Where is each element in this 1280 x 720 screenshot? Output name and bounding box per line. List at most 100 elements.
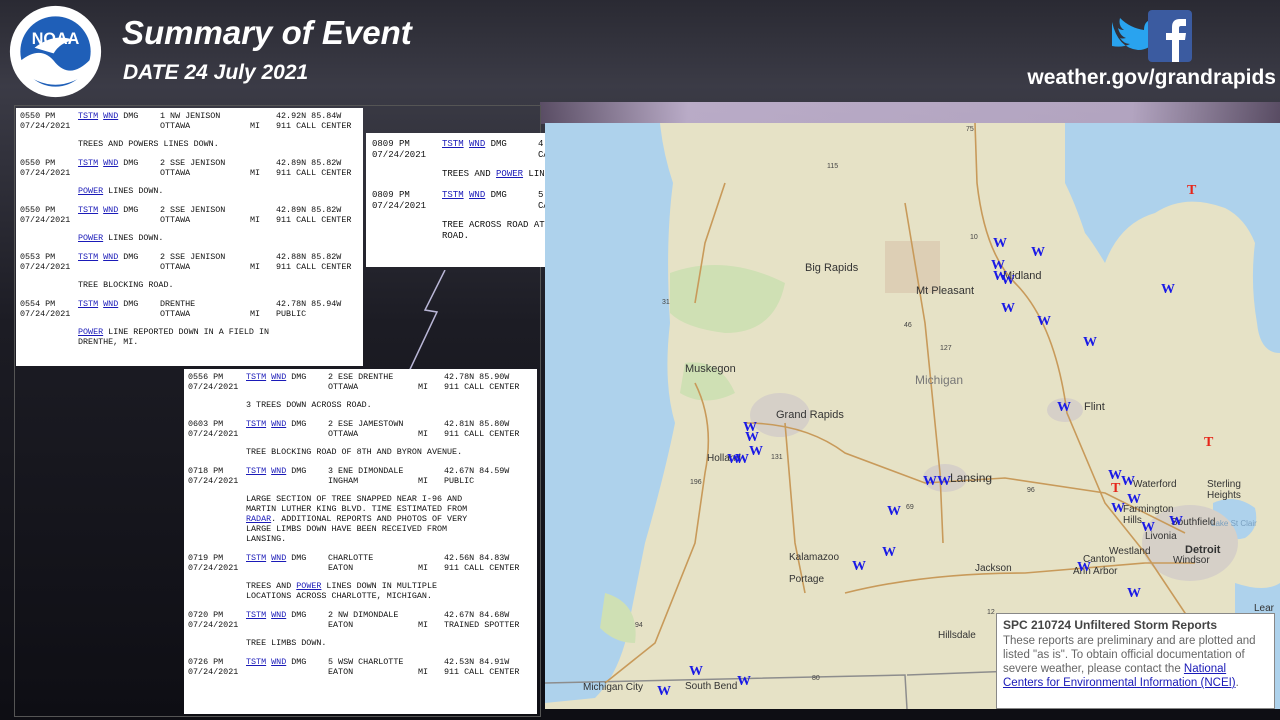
event-link[interactable]: WND: [469, 190, 485, 200]
wind-report-marker[interactable]: W: [737, 675, 751, 689]
event-link[interactable]: TSTM: [78, 299, 98, 309]
event-link[interactable]: WND: [103, 299, 118, 309]
report-row-2: 07/24/2021 EATON MI TRAINED SPOTTER: [188, 620, 537, 630]
wind-report-marker[interactable]: W: [1111, 502, 1125, 516]
event-link[interactable]: TSTM: [246, 610, 266, 620]
remark-link[interactable]: POWER: [296, 581, 321, 591]
report-event: TSTM WND DMG: [78, 299, 138, 309]
report-latlon: 42.89N 85.82W: [276, 158, 342, 168]
wind-report-marker[interactable]: W: [1077, 561, 1091, 575]
highway-shield: 131: [771, 454, 783, 461]
wind-report-marker[interactable]: W: [1127, 587, 1141, 601]
event-link[interactable]: TSTM: [78, 205, 98, 215]
wind-report-marker[interactable]: W: [923, 475, 937, 489]
remark-link[interactable]: POWER: [78, 186, 103, 196]
highway-shield: 96: [1027, 487, 1035, 494]
event-link[interactable]: TSTM: [442, 190, 464, 200]
event-link[interactable]: TSTM: [246, 372, 266, 382]
event-link[interactable]: WND: [271, 610, 286, 620]
report-date: 07/24/2021: [188, 476, 239, 486]
wind-report-marker[interactable]: W: [1031, 246, 1045, 260]
event-link[interactable]: WND: [103, 111, 118, 121]
report-event: TSTM WND DMG: [78, 205, 138, 215]
event-link[interactable]: TSTM: [246, 466, 266, 476]
wind-report-marker[interactable]: W: [1001, 302, 1015, 316]
event-text: DMG: [123, 111, 139, 121]
tornado-report-marker[interactable]: T: [1111, 482, 1120, 496]
event-link[interactable]: TSTM: [78, 252, 98, 262]
remark-link[interactable]: POWER: [496, 169, 523, 179]
remark-link[interactable]: RADAR: [246, 514, 271, 524]
event-link[interactable]: WND: [103, 252, 118, 262]
event-link[interactable]: TSTM: [246, 657, 266, 667]
report-row-2: 07/24/2021 OTTAWA MI 911 CALL CENTER: [188, 429, 537, 439]
facebook-icon[interactable]: [1148, 10, 1192, 62]
wind-report-marker[interactable]: W: [735, 453, 749, 467]
tornado-report-marker[interactable]: T: [1187, 184, 1196, 198]
map-city-label: Jackson: [975, 563, 1012, 574]
map-city-label: Kalamazoo: [789, 552, 840, 563]
wind-report-marker[interactable]: W: [882, 546, 896, 560]
map-city-label: Lansing: [950, 471, 993, 485]
remark-link[interactable]: POWER: [78, 233, 103, 243]
event-link[interactable]: TSTM: [246, 553, 266, 563]
tornado-report-marker[interactable]: T: [1204, 436, 1213, 450]
report-date: 07/24/2021: [20, 262, 71, 272]
legend-title: SPC 210724 Unfiltered Storm Reports: [1003, 618, 1218, 632]
report-date: 07/24/2021: [20, 168, 71, 178]
wind-report-marker[interactable]: W: [1057, 401, 1071, 415]
wind-report-marker[interactable]: W: [1169, 515, 1183, 529]
event-link[interactable]: WND: [103, 158, 118, 168]
wind-report-marker[interactable]: W: [1037, 315, 1051, 329]
storm-report: 0550 PM TSTM WND DMG 2 SSE JENISON 42.89N 8…: [20, 205, 363, 243]
wind-report-marker[interactable]: W: [749, 445, 763, 459]
report-event: TSTM WND DMG: [442, 139, 507, 150]
legend-text-end: .: [1235, 677, 1239, 689]
wind-report-marker[interactable]: W: [1001, 274, 1015, 288]
event-link[interactable]: WND: [271, 553, 286, 563]
lightning-glow: [540, 102, 1280, 124]
wind-report-marker[interactable]: W: [887, 505, 901, 519]
event-link[interactable]: WND: [103, 205, 118, 215]
wind-report-marker[interactable]: W: [1121, 475, 1135, 489]
wind-report-marker[interactable]: W: [1141, 521, 1155, 535]
report-latlon: 42.56N 84.83W: [444, 553, 510, 563]
event-link[interactable]: WND: [271, 466, 286, 476]
map-city-label: Mt Pleasant: [916, 285, 975, 297]
remark-link[interactable]: POWER: [78, 327, 103, 337]
map-city-label: Waterford: [1133, 479, 1177, 490]
event-link[interactable]: WND: [271, 372, 286, 382]
report-time: 0550 PM: [20, 111, 56, 121]
remark-text: TREE LIMBS DOWN.: [246, 638, 327, 648]
report-location: 2 NW DIMONDALE: [328, 610, 399, 620]
report-date: 07/24/2021: [188, 620, 239, 630]
wind-report-marker[interactable]: W: [657, 685, 671, 699]
legend-body: These reports are preliminary and are pl…: [1003, 634, 1268, 690]
event-link[interactable]: TSTM: [78, 111, 98, 121]
map-city-label: Hillsdale: [938, 630, 976, 641]
report-row-2: 07/24/2021 EATON MI 911 CALL CENTER: [188, 563, 537, 573]
event-link[interactable]: TSTM: [442, 139, 464, 149]
wind-report-marker[interactable]: W: [993, 237, 1007, 251]
report-latlon: 42.88N 85.82W: [276, 252, 342, 262]
report-county: EATON: [328, 563, 354, 573]
highway-shield: 10: [970, 234, 978, 241]
event-link[interactable]: WND: [271, 657, 286, 667]
report-time: 0550 PM: [20, 158, 56, 168]
event-link[interactable]: WND: [271, 419, 286, 429]
wind-report-marker[interactable]: W: [689, 665, 703, 679]
report-source: 911 CALL CENTER: [276, 215, 352, 225]
wind-report-marker[interactable]: W: [745, 431, 759, 445]
wind-report-marker[interactable]: W: [852, 560, 866, 574]
event-link[interactable]: TSTM: [246, 419, 266, 429]
event-link[interactable]: TSTM: [78, 158, 98, 168]
wind-report-marker[interactable]: W: [1083, 336, 1097, 350]
site-url-link[interactable]: weather.gov/grandrapids: [1027, 66, 1276, 90]
report-row-1: 0719 PM TSTM WND DMG CHARLOTTE 42.56N 84.83…: [188, 553, 537, 563]
wind-report-marker[interactable]: W: [1161, 283, 1175, 297]
wind-report-marker[interactable]: W: [937, 475, 951, 489]
wind-report-marker[interactable]: W: [1127, 493, 1141, 507]
event-link[interactable]: WND: [469, 139, 485, 149]
highway-shield: 31: [662, 299, 670, 306]
report-row-2: 07/24/2021 OTTAWA MI 911 CALL CENTER: [20, 262, 363, 272]
